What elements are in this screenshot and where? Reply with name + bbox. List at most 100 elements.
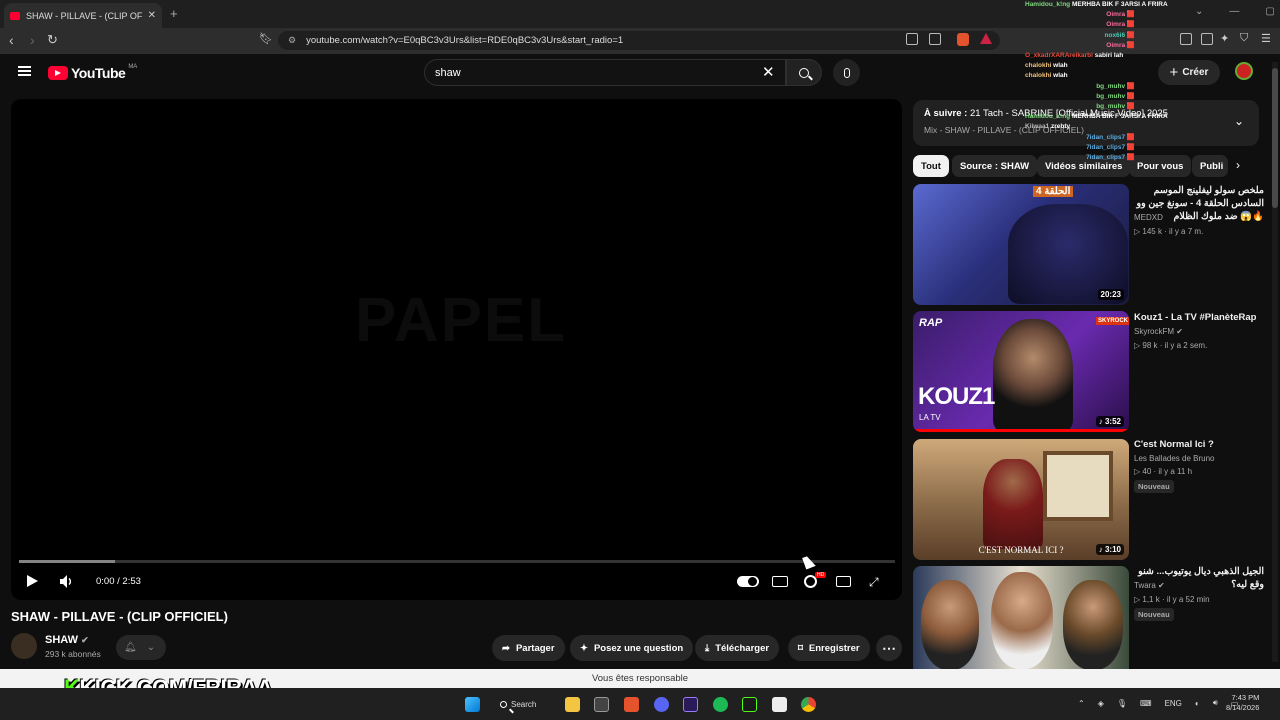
ask-question-button[interactable]: ✦ Posez une question [570, 635, 694, 661]
snipping-tool-icon[interactable] [594, 697, 609, 712]
chip-all[interactable]: Tout [913, 155, 949, 177]
keyboard-icon[interactable]: ⌨ [1140, 699, 1152, 708]
view-meta: ▷ 40 · il y a 11 h [1134, 467, 1193, 476]
stream-chat-overlay: Hamidou_k!ng MERHBA BIK F 3ARSI A FRIRA O… [1025, 0, 1205, 163]
menu-icon[interactable]: ☰ [1261, 32, 1271, 45]
vpn-icon[interactable]: ⛉ [1240, 32, 1248, 45]
forward-icon[interactable]: › [30, 32, 35, 48]
watched-progress [913, 429, 1129, 432]
url-text: youtube.com/watch?v=E0qBC3v3Urs&list=RDE… [306, 35, 624, 46]
thumbnail-title: KOUZ1 [918, 383, 995, 410]
video-thumbnail[interactable]: C'EST NORMAL ICI ? ♪ 3:10 [913, 439, 1129, 560]
chat-text: zrebty [1049, 123, 1071, 131]
close-tab-icon[interactable]: ✕ [148, 10, 156, 21]
language-indicator[interactable]: ENG [1165, 699, 1182, 708]
video-frame-watermark: PAPEL [355, 286, 568, 355]
autoplay-toggle[interactable] [737, 576, 759, 587]
microphone-tray-icon[interactable]: 🎙︎ [1117, 699, 1127, 708]
chips-next-icon[interactable]: › [1236, 158, 1240, 172]
share-button[interactable]: ➦ Partager [492, 635, 565, 661]
clock-date: 8/14/2026 [1226, 703, 1260, 712]
video-thumbnail[interactable] [913, 566, 1129, 669]
chat-message: 7idan_clips7 🟥 [1025, 153, 1135, 163]
discord-icon[interactable] [654, 697, 669, 712]
hamburger-menu-icon[interactable] [18, 66, 31, 76]
chat-message: bg_muhv 🟥 [1025, 82, 1135, 92]
clock-time: 7:43 PM [1231, 693, 1260, 702]
bookmark-icon[interactable]: 🔖︎ [259, 32, 273, 45]
site-info-icon[interactable]: ⚙ [288, 35, 296, 46]
expand-playlist-icon[interactable]: ⌄ [1234, 114, 1244, 128]
minimize-icon[interactable]: — [1229, 6, 1239, 17]
reload-icon[interactable]: ↻ [47, 32, 58, 48]
browser-tab[interactable]: SHAW - PILLAVE - (CLIP OFFICIEL) ✕ [4, 3, 162, 28]
save-button[interactable]: ⌑ Enregistrer [788, 635, 870, 661]
volume-icon[interactable] [60, 575, 72, 588]
chat-message: 7idan_clips7 🟥 [1025, 133, 1135, 143]
windows-start-icon[interactable] [465, 697, 480, 712]
video-thumbnail[interactable]: RAP SKYROCK KOUZ1 LA TV ♪ 3:52 [913, 311, 1129, 432]
search-input[interactable]: shaw [424, 59, 786, 86]
channel-name[interactable]: SHAW ✔ [45, 634, 89, 646]
brave-shield-icon[interactable] [957, 33, 969, 46]
channel-avatar[interactable] [11, 633, 37, 659]
clear-search-icon[interactable]: ✕ [762, 63, 775, 81]
clock[interactable]: 7:43 PM 8/14/2026 [1226, 693, 1259, 713]
play-icon[interactable] [27, 575, 38, 587]
chat-text: 🟥 [1125, 11, 1135, 19]
chat-message: Oimra 🟥 [1025, 41, 1135, 51]
taskbar-search[interactable]: Search [500, 696, 552, 713]
chat-message: chalokhi wlah [1025, 71, 1135, 81]
translate-icon[interactable] [906, 33, 918, 45]
download-button[interactable]: ⤓ Télécharger [695, 635, 780, 661]
app-icon[interactable] [742, 697, 757, 712]
fullscreen-icon[interactable]: ⤢ [869, 575, 879, 590]
taskbar-search-label: Search [511, 700, 537, 709]
speaker-icon[interactable]: 🔊︎ [1213, 698, 1218, 708]
notepad-icon[interactable] [772, 697, 787, 712]
chat-text: wlah [1051, 62, 1068, 70]
video-title-link[interactable]: C'est Normal Ici ? [1134, 438, 1264, 451]
video-thumbnail[interactable]: الحلقة 4 20:23 [913, 184, 1129, 305]
address-bar[interactable]: ⚙ youtube.com/watch?v=E0qBC3v3Urs&list=R… [278, 31, 1000, 50]
chat-message: nox6i6 🟥 [1025, 31, 1136, 41]
new-badge: Nouveau [1134, 480, 1174, 493]
duration-badge: ♪ 3:10 [1095, 544, 1124, 555]
brave-browser-icon[interactable] [624, 697, 639, 712]
file-explorer-icon[interactable] [565, 697, 580, 712]
channel-link[interactable]: MEDXD [1134, 213, 1163, 222]
chat-message: Hamidou_k!ng MERHBA BIK F 3ARSI A FRIRA [1025, 0, 1168, 10]
rewards-icon[interactable] [980, 33, 992, 44]
spotify-icon[interactable] [713, 697, 728, 712]
chat-username: nox6i6 [1104, 31, 1126, 39]
channel-link[interactable]: Twara ✔ [1134, 581, 1165, 590]
notification-bell-button[interactable]: 🔔︎ ⌄ [116, 635, 166, 660]
channel-link[interactable]: Les Ballades de Bruno [1134, 454, 1215, 463]
chevron-up-icon[interactable]: ⌃ [1078, 699, 1085, 708]
more-actions-icon[interactable]: ⋯ [876, 635, 902, 661]
scrollbar-thumb[interactable] [1272, 68, 1278, 208]
chat-username: Oimra [1106, 41, 1126, 49]
subtitles-icon[interactable] [772, 576, 788, 587]
network-icon[interactable]: ◐ [1195, 699, 1200, 708]
channel-name-text: Twara [1134, 581, 1156, 590]
chat-text: MERHBA BIK F 3ARSI A FRIRA [1070, 113, 1168, 121]
app-tray-icon[interactable]: ◈ [1098, 699, 1104, 708]
progress-bar[interactable] [19, 560, 895, 563]
chrome-icon[interactable] [801, 697, 816, 712]
back-icon[interactable]: ‹ [9, 32, 14, 48]
leo-ai-icon[interactable]: ✦ [1220, 32, 1229, 45]
voice-search-button[interactable] [833, 59, 860, 86]
video-title-link[interactable]: Kouz1 - La TV #PlanèteRap [1134, 311, 1264, 324]
chat-username: 7idan_clips7 [1086, 143, 1126, 151]
youtube-logo[interactable]: YouTube MA [48, 64, 137, 81]
maximize-icon[interactable]: ▢ [1265, 6, 1274, 17]
premiere-pro-icon[interactable] [683, 697, 698, 712]
search-button[interactable] [786, 59, 822, 86]
new-tab-button[interactable]: + [170, 6, 178, 21]
cast-icon[interactable] [929, 33, 941, 45]
account-avatar[interactable] [1235, 62, 1253, 80]
download-label: Télécharger [715, 642, 770, 654]
theater-mode-icon[interactable] [836, 576, 851, 587]
channel-link[interactable]: SkyrockFM ✔ [1134, 327, 1183, 336]
